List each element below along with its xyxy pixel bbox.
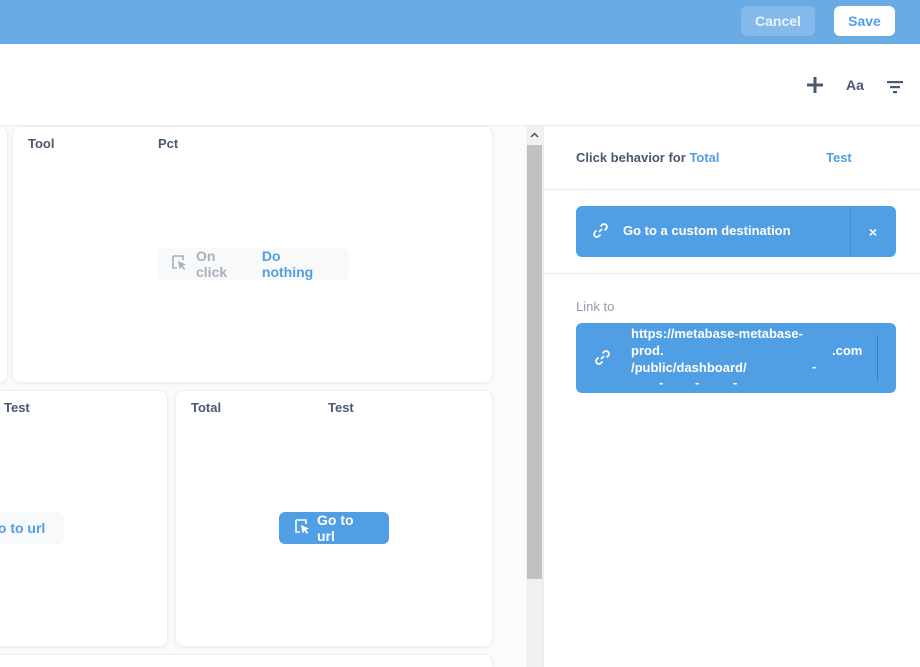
dashcard-partial: [0, 126, 8, 383]
dashcard-table[interactable]: Test Go to url: [0, 390, 168, 647]
link-icon: [594, 349, 611, 371]
sidebar-header: Click behavior for Total Test: [544, 126, 920, 190]
link-url-input[interactable]: https://metabase-metabase- prod. /public…: [576, 323, 896, 393]
cursor-click-icon: [294, 518, 311, 538]
filter-icon[interactable]: [887, 80, 903, 99]
custom-destination-label: Go to a custom destination: [623, 223, 791, 238]
link-url-dash: -: [812, 359, 817, 374]
link-url-dash: -: [695, 375, 700, 390]
link-url-dash: -: [659, 375, 664, 390]
column-header: Test: [4, 400, 30, 415]
text-cursor: [877, 335, 878, 381]
link-url-line: https://metabase-metabase-: [631, 326, 803, 341]
on-click-value: Do nothing: [261, 248, 314, 280]
scrollbar-thumb[interactable]: [527, 145, 542, 579]
column-header: Test: [328, 400, 354, 415]
go-to-url-label: Go to url: [0, 520, 46, 536]
save-button[interactable]: Save: [834, 6, 895, 36]
destination-section: Go to a custom destination ×: [544, 190, 920, 274]
link-url-domain: .com: [832, 343, 863, 358]
link-url-line: /public/dashboard/: [631, 360, 747, 375]
column-header: Pct: [158, 136, 179, 151]
edit-header-bar: Cancel Save: [0, 0, 920, 44]
link-url-dash: -: [733, 375, 738, 390]
close-icon[interactable]: ×: [850, 206, 896, 257]
link-to-label: Link to: [576, 299, 615, 314]
click-behavior-pill[interactable]: On click Do nothing: [157, 248, 349, 280]
on-click-label: On click: [196, 248, 228, 280]
dashcard-partial: [0, 654, 493, 667]
link-url-line: prod.: [631, 343, 664, 358]
dashboard-toolbar: Aa: [0, 44, 920, 126]
cancel-button[interactable]: Cancel: [741, 6, 815, 36]
sidebar-title-column: Total: [689, 150, 720, 165]
plus-icon[interactable]: [806, 76, 824, 99]
sidebar-title-extra: Test: [826, 150, 852, 165]
scrollbar[interactable]: [526, 126, 543, 667]
click-behavior-pill[interactable]: Go to url: [0, 512, 64, 544]
sidebar-title: Click behavior for Total: [576, 150, 720, 165]
click-behavior-sidebar: Click behavior for Total Test Go to a cu…: [543, 126, 920, 667]
dashcard-table[interactable]: Tool Pct On click Do nothing: [12, 126, 493, 383]
custom-destination-button[interactable]: Go to a custom destination ×: [576, 206, 896, 257]
sidebar-title-prefix: Click behavior for: [576, 150, 686, 165]
go-to-url-label: Go to url: [317, 512, 354, 544]
link-url-text: https://metabase-metabase- prod. /public…: [631, 325, 831, 376]
dashcard-table-selected[interactable]: Total Test Go to url: [175, 390, 493, 647]
column-header: Tool: [28, 136, 55, 151]
cursor-click-icon: [171, 254, 188, 274]
column-header: Total: [191, 400, 222, 415]
link-icon: [592, 222, 609, 244]
go-to-url-button[interactable]: Go to url: [279, 512, 389, 544]
dashboard-canvas: Tool Pct On click Do nothing Test Go to …: [0, 126, 526, 667]
chevron-up-icon[interactable]: [526, 126, 543, 143]
text-card-icon[interactable]: Aa: [846, 77, 864, 93]
